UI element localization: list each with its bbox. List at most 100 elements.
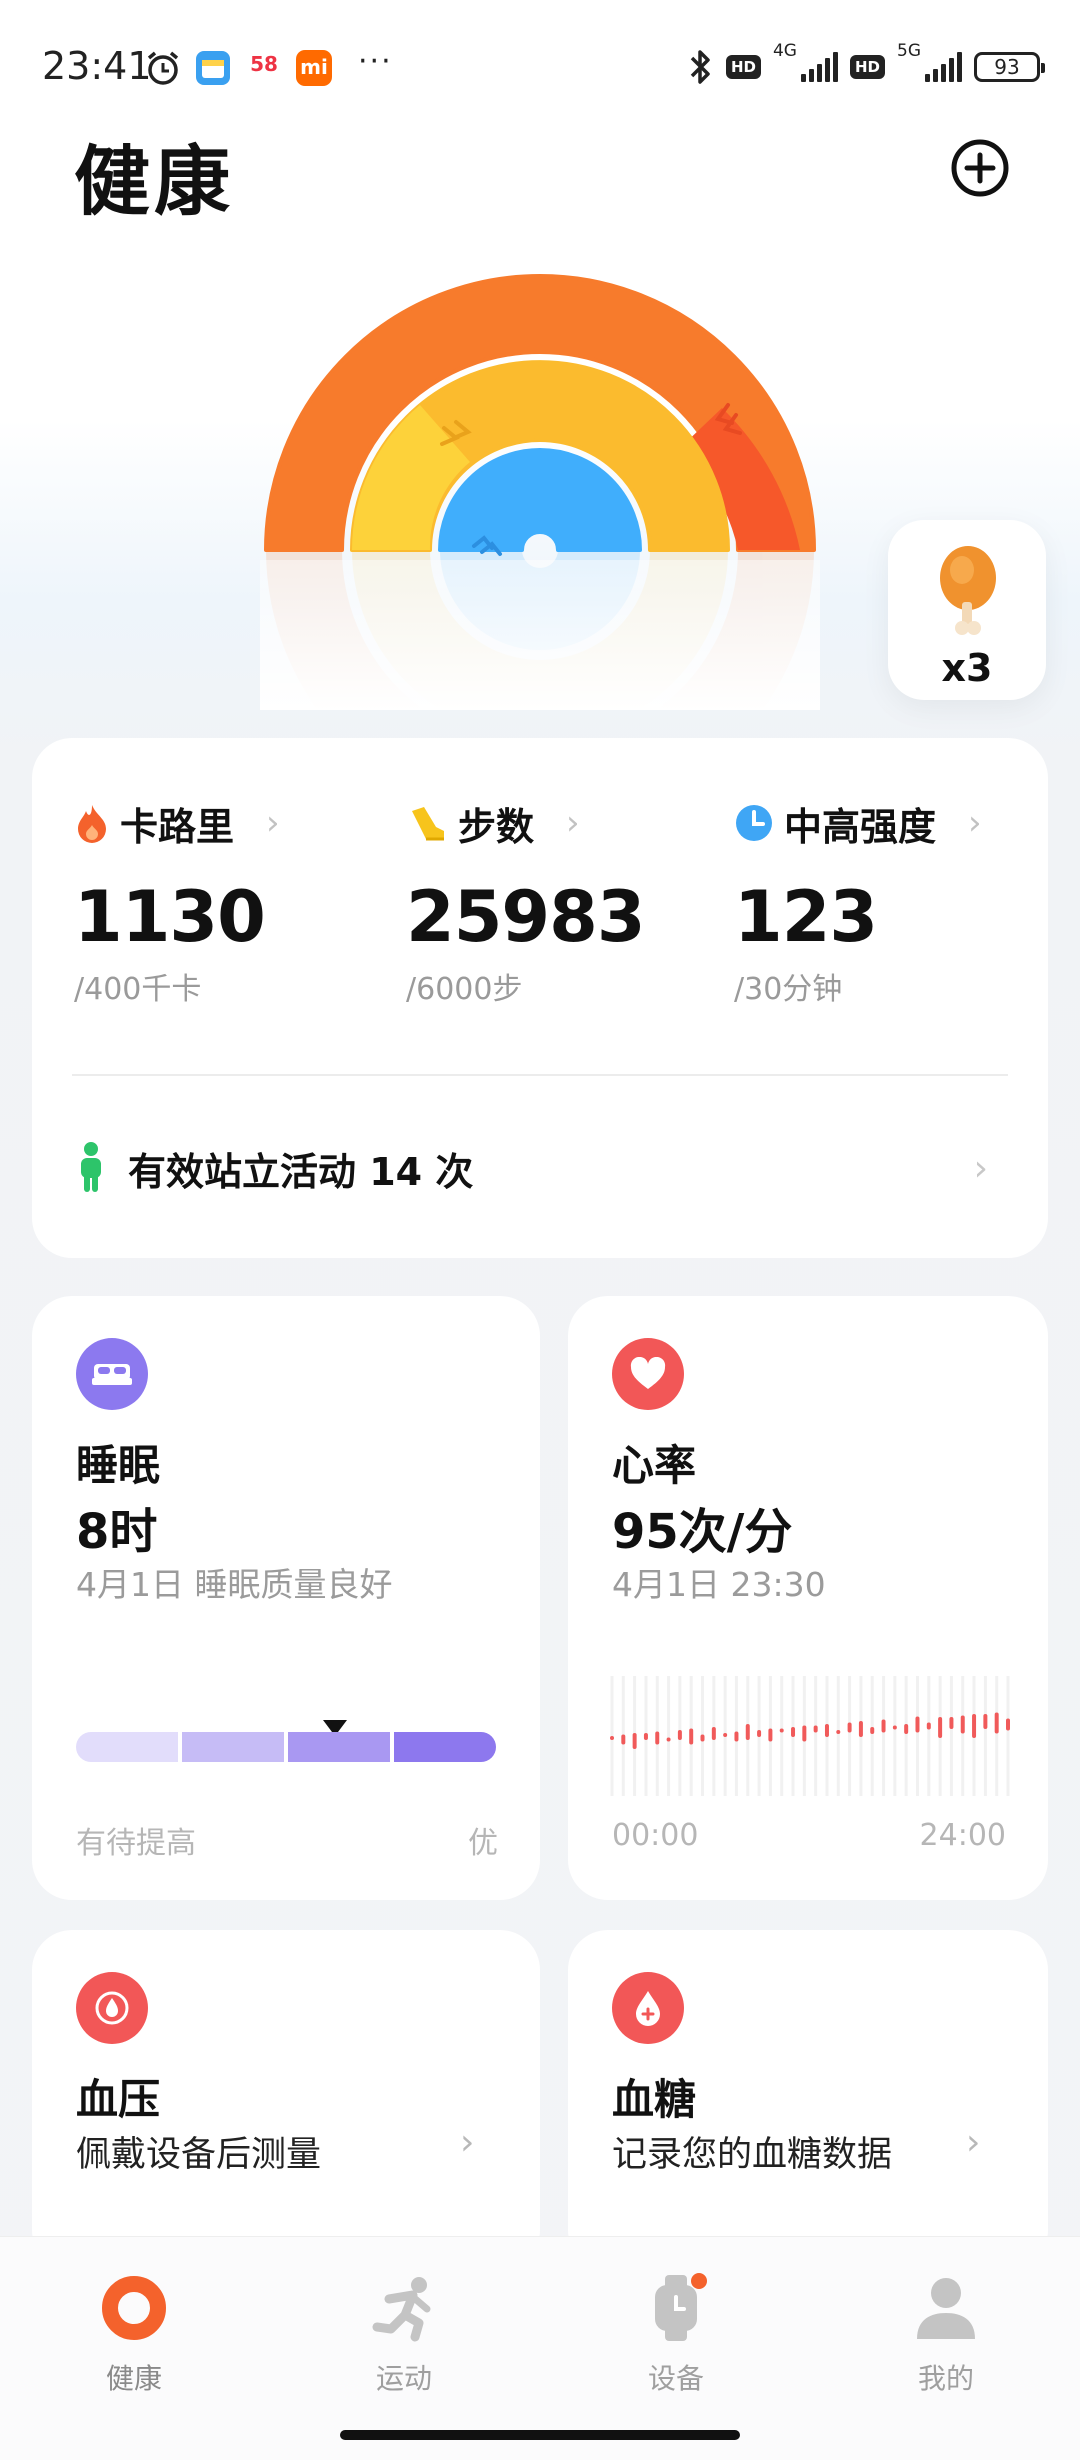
stat-value: 25983	[406, 876, 646, 958]
bluetooth-icon	[690, 50, 710, 84]
stand-activity-text: 有效站立活动 14 次	[128, 1149, 474, 1194]
food-reward-card[interactable]: x3	[888, 520, 1046, 700]
nav-exercise[interactable]: 运动	[324, 2273, 484, 2397]
nav-health[interactable]: 健康	[54, 2273, 214, 2397]
chevron-right-icon: ›	[266, 803, 280, 843]
heart-rate-mark	[791, 1727, 796, 1737]
heart-axis-start: 00:00	[612, 1818, 699, 1853]
sleep-value: 8时	[76, 1504, 158, 1560]
chart-gridline	[983, 1676, 987, 1796]
heart-rate-mark	[689, 1728, 694, 1745]
heart-rate-mark	[892, 1725, 897, 1730]
blood-glucose-card[interactable]: 血糖 记录您的血糖数据 ›	[568, 1930, 1048, 2270]
bed-icon	[76, 1338, 148, 1410]
nav-profile[interactable]: 我的	[866, 2273, 1026, 2397]
heart-rate-mark	[745, 1724, 750, 1740]
page-title: 健康	[74, 137, 234, 226]
stand-activity-row[interactable]: 有效站立活动 14 次 ›	[76, 1128, 1008, 1208]
shoe-icon	[412, 807, 444, 841]
status-time: 23:41	[42, 44, 152, 88]
heart-rate-mark	[723, 1733, 728, 1737]
flame-icon	[78, 805, 106, 843]
home-indicator[interactable]	[340, 2430, 740, 2440]
heart-rate-mark	[960, 1715, 965, 1734]
stat-goal: /30分钟	[734, 972, 843, 1007]
heart-rate-mark	[972, 1714, 977, 1738]
heart-rate-mark	[915, 1716, 920, 1733]
heart-rate-mark	[734, 1731, 739, 1742]
heart-rate-mark	[813, 1725, 818, 1733]
heart-rate-card[interactable]: 心率 95次/分 4月1日 23:30 00:00 24:00	[568, 1296, 1048, 1900]
heart-rate-mark	[666, 1737, 671, 1742]
stat-intensity[interactable]: 中高强度 › 123 /30分钟	[734, 798, 982, 1008]
nav-label: 我的	[917, 2362, 974, 2395]
app-58-icon: 58	[250, 52, 278, 76]
chart-gridline	[1006, 1676, 1010, 1796]
heart-rate-mark	[983, 1714, 988, 1729]
heart-title: 心率	[612, 1441, 697, 1490]
heart-rate-mark	[632, 1733, 637, 1749]
heart-rate-mark	[711, 1727, 716, 1740]
network-4g-label: 4G	[772, 41, 797, 61]
heart-rate-mark	[757, 1730, 762, 1737]
hd-badge: HD	[725, 55, 761, 79]
chart-gridline	[667, 1676, 671, 1796]
chart-gridline	[949, 1676, 953, 1796]
health-ring-icon	[102, 2276, 166, 2340]
heart-rate-mark	[677, 1730, 682, 1740]
sleep-axis-high: 优	[468, 1826, 498, 1861]
chart-gridline	[870, 1676, 874, 1796]
heart-rate-mark	[610, 1736, 614, 1740]
sleep-axis-low: 有待提高	[76, 1826, 196, 1861]
heart-date: 4月1日 23:30	[612, 1565, 826, 1604]
hd-badge-2: HD	[849, 55, 885, 79]
stat-title: 中高强度	[784, 804, 937, 849]
chart-gridline	[995, 1676, 999, 1796]
heart-rate-mark	[847, 1722, 852, 1733]
bottom-navigation: 健康 运动 设备 我的	[0, 2236, 1080, 2460]
heart-rate-chart	[610, 1676, 1010, 1796]
bp-title: 血压	[76, 2075, 161, 2124]
nav-label: 健康	[105, 2362, 162, 2395]
sleep-card[interactable]: 睡眠 8时 4月1日 睡眠质量良好 有待提高 优	[32, 1296, 540, 1900]
stat-calories[interactable]: 卡路里 › 1130 /400千卡	[74, 798, 280, 1008]
stat-value: 123	[734, 876, 878, 958]
alarm-icon	[147, 51, 179, 85]
chevron-right-icon: ›	[968, 803, 982, 843]
heart-rate-mark	[824, 1724, 829, 1737]
chart-gridline	[814, 1676, 818, 1796]
network-5g-label: 5G	[897, 41, 921, 61]
standing-person-icon	[81, 1142, 101, 1192]
chevron-right-icon: ›	[460, 2122, 475, 2163]
chart-gridline	[882, 1676, 886, 1796]
chart-gridline	[836, 1676, 840, 1796]
person-icon	[917, 2278, 975, 2339]
heart-rate-mark	[870, 1727, 875, 1734]
chart-gridline	[848, 1676, 852, 1796]
food-count: x3	[941, 646, 993, 690]
chart-gridline	[780, 1676, 784, 1796]
nav-label: 运动	[375, 2362, 432, 2395]
activity-rings[interactable]	[260, 270, 820, 710]
plus-circle-icon[interactable]	[950, 138, 1010, 198]
stat-steps[interactable]: 步数 › 25983 /6000步	[406, 798, 646, 1008]
chart-gridline	[961, 1676, 965, 1796]
drumstick-icon	[940, 546, 996, 635]
stat-title: 卡路里	[120, 804, 235, 849]
heart-rate-mark	[836, 1730, 841, 1734]
heart-rate-mark	[643, 1733, 648, 1740]
blood-pressure-card[interactable]: 血压 佩戴设备后测量 ›	[32, 1930, 540, 2270]
chart-gridline	[927, 1676, 931, 1796]
blood-pressure-icon	[76, 1972, 148, 2044]
heart-rate-mark	[768, 1728, 773, 1742]
heart-rate-mark	[949, 1717, 954, 1729]
heart-rate-mark	[858, 1721, 863, 1737]
heart-rate-mark	[994, 1712, 999, 1734]
runner-icon	[372, 2277, 431, 2342]
heart-rate-mark	[1006, 1718, 1010, 1731]
heart-rate-mark	[700, 1734, 705, 1742]
nav-devices[interactable]: 设备	[596, 2273, 756, 2397]
heart-rate-mark	[926, 1722, 931, 1730]
glucose-title: 血糖	[612, 2075, 697, 2124]
heart-rate-mark	[938, 1717, 943, 1738]
